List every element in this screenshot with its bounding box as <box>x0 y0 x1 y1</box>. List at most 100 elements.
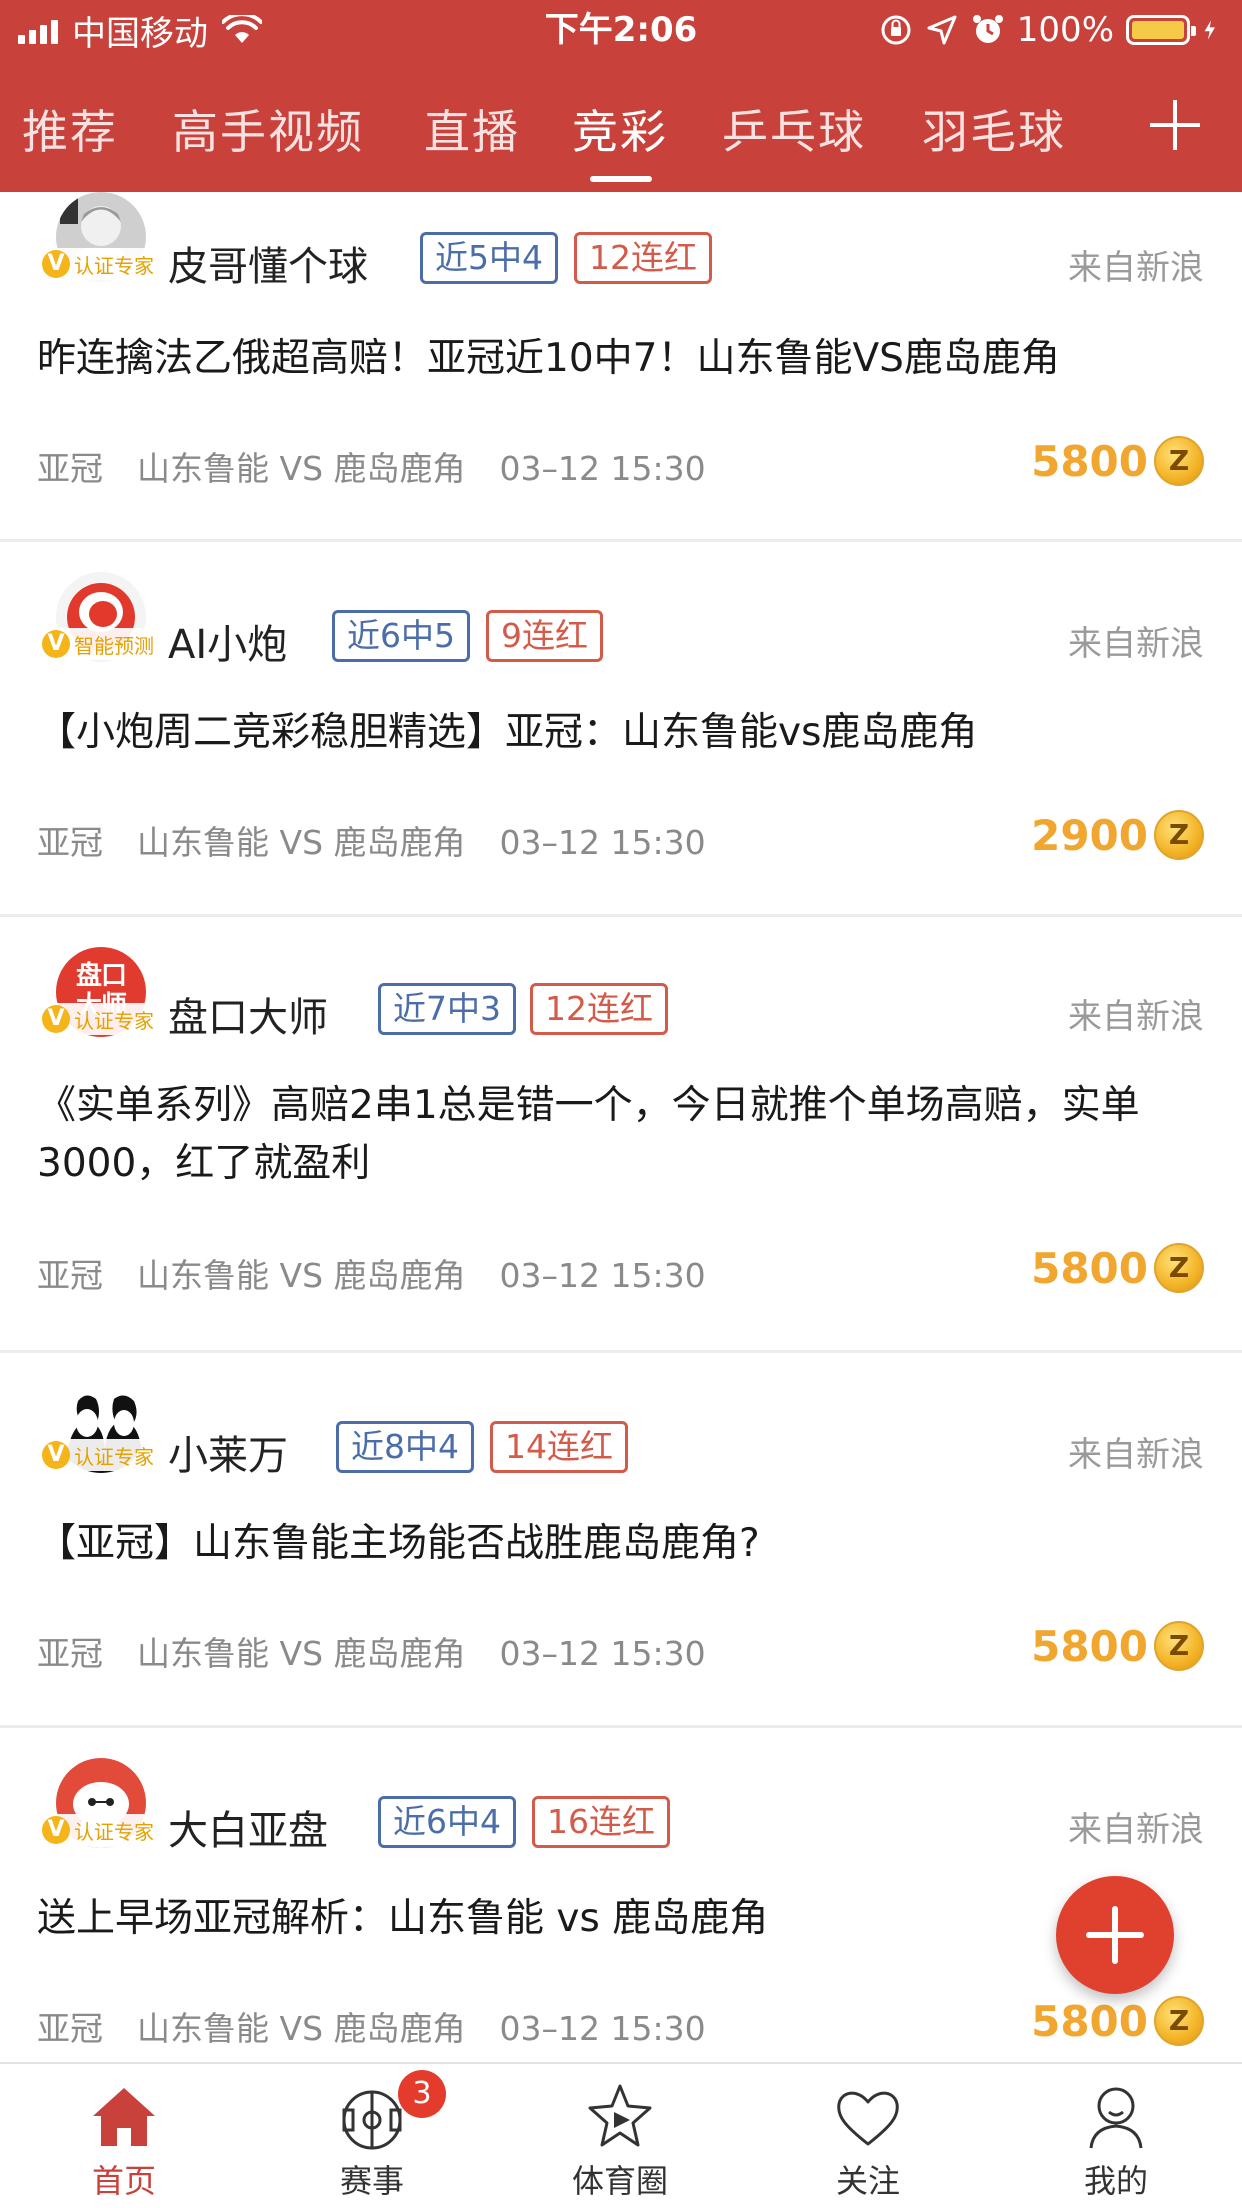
match-meta: 亚冠 山东鲁能 VS 鹿岛鹿角 03–12 15:30 <box>37 1249 740 1297</box>
match-meta: 亚冠 山东鲁能 VS 鹿岛鹿角 03–12 15:30 <box>37 816 740 864</box>
article-title[interactable]: 【小炮周二竞彩稳胆精选】亚冠：山东鲁能vs鹿岛鹿角 <box>37 704 1207 762</box>
league-label: 亚冠 <box>37 449 103 488</box>
status-right: 100% <box>879 8 1224 52</box>
nav-profile[interactable]: 我的 <box>992 2064 1240 2208</box>
verified-label: 认证专家 <box>74 1444 154 1469</box>
author-name[interactable]: 皮哥懂个球 <box>168 234 368 292</box>
coin-icon: Z <box>1154 1243 1204 1293</box>
verified-label: 智能预测 <box>74 633 154 658</box>
record-tag: 近6中5 <box>332 610 470 662</box>
nav-label: 首页 <box>91 2162 156 2200</box>
tab-recommend[interactable]: 推荐 <box>22 96 118 162</box>
price-value: 5800 <box>1031 436 1148 486</box>
heart-icon <box>837 2091 899 2146</box>
coin-icon: Z <box>1154 1621 1204 1671</box>
verified-badge: V 认证专家 <box>38 1439 164 1471</box>
price-value: 5800 <box>1031 1621 1148 1671</box>
author-name[interactable]: 盘口大师 <box>168 985 328 1043</box>
coin-icon: Z <box>1154 1996 1204 2046</box>
article-title[interactable]: 【亚冠】山东鲁能主场能否战胜鹿岛鹿角? <box>37 1515 1207 1573</box>
source-label: 来自新浪 <box>1068 997 1204 1037</box>
verified-label: 认证专家 <box>74 253 154 278</box>
article-title[interactable]: 昨连擒法乙俄超高赔！亚冠近10中7！山东鲁能VS鹿岛鹿角 <box>37 330 1207 388</box>
match-teams: 山东鲁能 VS 鹿岛鹿角 <box>137 1634 466 1673</box>
nav-label: 赛事 <box>339 2162 404 2200</box>
tab-lottery[interactable]: 竞彩 <box>572 96 668 162</box>
source-label: 来自新浪 <box>1068 1435 1204 1475</box>
record-tag: 近5中4 <box>420 232 558 284</box>
status-bar: 中国移动 下午2:06 100% <box>0 0 1242 60</box>
author-name[interactable]: 小莱万 <box>168 1423 288 1481</box>
match-time: 03–12 15:30 <box>499 2009 706 2048</box>
article-card[interactable]: 盘口大师 V 认证专家 盘口大师 近7中3 12连红 来自新浪 《实单系列》高赔… <box>0 917 1242 1353</box>
star-play-icon <box>588 2084 652 2147</box>
tab-live[interactable]: 直播 <box>424 96 520 162</box>
price-value: 5800 <box>1031 1996 1148 2046</box>
article-feed[interactable]: V 认证专家 皮哥懂个球 近5中4 12连红 来自新浪 昨连擒法乙俄超高赔！亚冠… <box>0 192 1242 2062</box>
article-card[interactable]: V 认证专家 皮哥懂个球 近5中4 12连红 来自新浪 昨连擒法乙俄超高赔！亚冠… <box>0 192 1242 542</box>
tab-expert-videos[interactable]: 高手视频 <box>172 96 364 162</box>
nav-label: 体育圈 <box>571 2162 668 2200</box>
verified-icon: V <box>42 630 70 658</box>
verified-badge: V 认证专家 <box>38 1003 164 1035</box>
verified-badge: V 智能预测 <box>38 628 164 660</box>
streak-tag: 12连红 <box>530 983 668 1035</box>
price: 5800 Z <box>1031 1996 1204 2046</box>
article-card[interactable]: V 认证专家 大白亚盘 近6中4 16连红 来自新浪 送上早场亚冠解析：山东鲁能… <box>0 1728 1242 2062</box>
verified-icon: V <box>42 1441 70 1469</box>
verified-badge: V 认证专家 <box>38 1814 164 1846</box>
create-post-button[interactable] <box>1056 1876 1174 1994</box>
coin-icon: Z <box>1154 810 1204 860</box>
streak-tag: 12连红 <box>574 232 712 284</box>
streak-tag: 14连红 <box>490 1421 628 1473</box>
price: 5800 Z <box>1031 1243 1204 1293</box>
tab-badminton[interactable]: 羽毛球 <box>922 96 1066 162</box>
nav-home[interactable]: 首页 <box>0 2064 248 2208</box>
nav-sports-circle[interactable]: 体育圈 <box>496 2064 744 2208</box>
streak-tag: 16连红 <box>532 1796 670 1848</box>
nav-events[interactable]: 3 赛事 <box>248 2064 496 2208</box>
article-title[interactable]: 送上早场亚冠解析：山东鲁能 vs 鹿岛鹿角 <box>37 1890 1207 1948</box>
verified-label: 认证专家 <box>74 1819 154 1844</box>
author-name[interactable]: AI小炮 <box>168 612 287 670</box>
price: 5800 Z <box>1031 436 1204 486</box>
notification-badge: 3 <box>398 2070 446 2118</box>
verified-icon: V <box>42 1816 70 1844</box>
league-label: 亚冠 <box>37 1256 103 1295</box>
price-value: 5800 <box>1031 1243 1148 1293</box>
add-tab-button[interactable] <box>1150 100 1200 150</box>
battery-icon <box>1126 15 1196 45</box>
orientation-lock-icon <box>881 15 911 45</box>
header: 中国移动 下午2:06 100% 推荐 高手视频 直播 竞彩 乒乓球 羽毛球 <box>0 0 1242 192</box>
coin-icon: Z <box>1154 436 1204 486</box>
league-label: 亚冠 <box>37 1634 103 1673</box>
match-teams: 山东鲁能 VS 鹿岛鹿角 <box>137 2009 466 2048</box>
verified-label: 认证专家 <box>74 1008 154 1033</box>
league-label: 亚冠 <box>37 823 103 862</box>
author-avatar[interactable]: V 认证专家 <box>38 1383 164 1473</box>
home-icon <box>93 2088 155 2146</box>
match-time: 03–12 15:30 <box>499 449 706 488</box>
article-card[interactable]: V 智能预测 AI小炮 近6中5 9连红 来自新浪 【小炮周二竞彩稳胆精选】亚冠… <box>0 542 1242 917</box>
charging-icon <box>1204 20 1215 40</box>
article-card[interactable]: V 认证专家 小莱万 近8中4 14连红 来自新浪 【亚冠】山东鲁能主场能否战胜… <box>0 1353 1242 1728</box>
article-title[interactable]: 《实单系列》高赔2串1总是错一个，今日就推个单场高赔，实单3000，红了就盈利 <box>37 1077 1207 1193</box>
source-label: 来自新浪 <box>1068 248 1204 288</box>
price-value: 2900 <box>1031 810 1148 860</box>
author-avatar[interactable]: V 智能预测 <box>38 572 164 662</box>
verified-icon: V <box>42 250 70 278</box>
author-avatar[interactable]: 盘口大师 V 认证专家 <box>38 947 164 1037</box>
match-time: 03–12 15:30 <box>499 1634 706 1673</box>
bottom-nav: 首页 3 赛事 体育圈 关注 我的 <box>0 2062 1242 2208</box>
soccer-field-icon <box>342 2090 402 2150</box>
record-tag: 近8中4 <box>336 1421 474 1473</box>
active-tab-indicator <box>590 176 652 182</box>
source-label: 来自新浪 <box>1068 1810 1204 1850</box>
league-label: 亚冠 <box>37 2009 103 2048</box>
author-name[interactable]: 大白亚盘 <box>168 1798 328 1856</box>
author-avatar[interactable]: V 认证专家 <box>38 1758 164 1848</box>
tab-table-tennis[interactable]: 乒乓球 <box>722 96 866 162</box>
author-avatar[interactable]: V 认证专家 <box>38 192 164 282</box>
nav-follow[interactable]: 关注 <box>744 2064 992 2208</box>
alarm-icon <box>972 15 1003 43</box>
